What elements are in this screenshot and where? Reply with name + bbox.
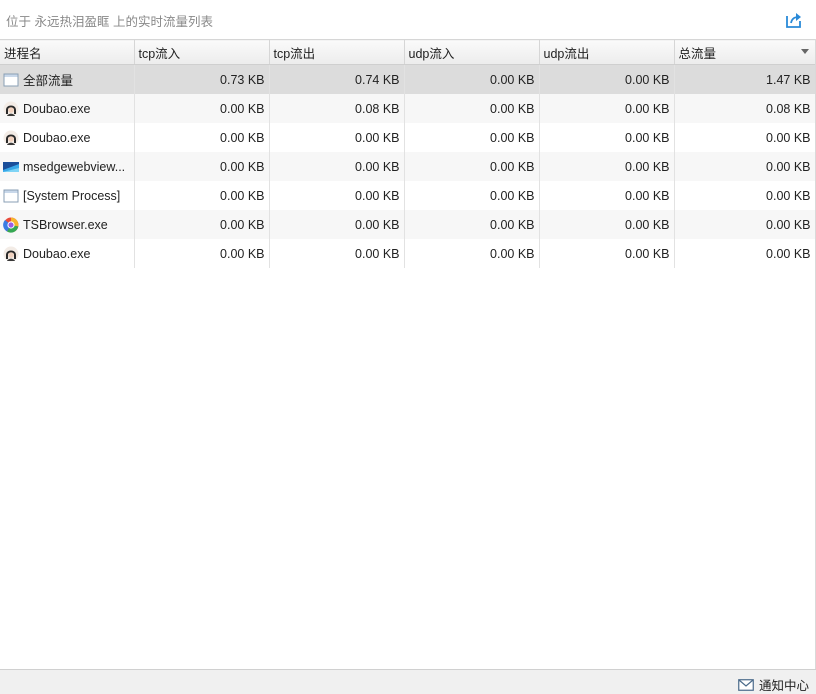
- process-name-cell: 全部流量: [0, 64, 135, 94]
- udp-out-cell: 0.00 KB: [539, 152, 675, 181]
- total-cell: 0.00 KB: [674, 181, 816, 210]
- window-icon: [3, 72, 19, 88]
- udp-in-cell: 0.00 KB: [404, 94, 540, 123]
- tcp-in-cell: 0.73 KB: [134, 64, 270, 94]
- total-cell: 0.00 KB: [674, 152, 816, 181]
- process-name: TSBrowser.exe: [23, 217, 108, 232]
- process-name-cell: Doubao.exe: [0, 239, 135, 268]
- tcp-in-cell: 0.00 KB: [134, 239, 270, 268]
- doubao-avatar-icon: [3, 246, 19, 262]
- sort-descending-icon: [800, 49, 809, 54]
- total-cell: 0.00 KB: [674, 239, 816, 268]
- traffic-table: 进程名 tcp流入 tcp流出 udp流入 udp流出 总流量 全部流量 0.73…: [0, 39, 816, 268]
- column-header-tcp-out[interactable]: tcp流出: [269, 39, 405, 65]
- column-header-process-name[interactable]: 进程名: [0, 39, 135, 65]
- udp-in-cell: 0.00 KB: [404, 152, 540, 181]
- table-row[interactable]: msedgewebview... 0.00 KB 0.00 KB 0.00 KB 0.0…: [0, 152, 816, 181]
- table-row[interactable]: TSBrowser.exe 0.00 KB 0.00 KB 0.00 KB 0.00 K…: [0, 210, 816, 239]
- total-cell: 0.08 KB: [674, 94, 816, 123]
- process-name: msedgewebview...: [23, 159, 126, 174]
- tcp-out-cell: 0.74 KB: [269, 64, 405, 94]
- tcp-out-cell: 0.00 KB: [269, 239, 405, 268]
- process-name: Doubao.exe: [23, 130, 91, 145]
- notification-center-button[interactable]: 通知中心: [738, 675, 809, 694]
- process-name: 全部流量: [23, 74, 74, 88]
- table-row[interactable]: Doubao.exe 0.00 KB 0.00 KB 0.00 KB 0.00 KB 0.…: [0, 123, 816, 152]
- envelope-icon: [738, 678, 754, 691]
- udp-out-cell: 0.00 KB: [539, 210, 675, 239]
- column-header-udp-out[interactable]: udp流出: [539, 39, 675, 65]
- udp-out-cell: 0.00 KB: [539, 239, 675, 268]
- column-header-total-label: 总流量: [678, 46, 717, 61]
- column-header-tcp-in[interactable]: tcp流入: [134, 39, 270, 65]
- total-cell: 0.00 KB: [674, 123, 816, 152]
- tcp-out-cell: 0.00 KB: [269, 123, 405, 152]
- top-bar: 位于 永远热泪盈眶 上的实时流量列表: [0, 0, 816, 39]
- column-header-total[interactable]: 总流量: [674, 39, 816, 65]
- column-header-udp-in[interactable]: udp流入: [404, 39, 540, 65]
- total-cell: 1.47 KB: [674, 64, 816, 94]
- udp-out-cell: 0.00 KB: [539, 123, 675, 152]
- process-name-cell: Doubao.exe: [0, 94, 135, 123]
- doubao-avatar-icon: [3, 130, 19, 146]
- process-name-cell: Doubao.exe: [0, 123, 135, 152]
- udp-out-cell: 0.00 KB: [539, 181, 675, 210]
- table-row[interactable]: Doubao.exe 0.00 KB 0.00 KB 0.00 KB 0.00 KB 0.…: [0, 239, 816, 268]
- tcp-in-cell: 0.00 KB: [134, 152, 270, 181]
- udp-out-cell: 0.00 KB: [539, 64, 675, 94]
- tcp-out-cell: 0.00 KB: [269, 210, 405, 239]
- process-name-cell: TSBrowser.exe: [0, 210, 135, 239]
- udp-in-cell: 0.00 KB: [404, 64, 540, 94]
- tcp-out-cell: 0.00 KB: [269, 152, 405, 181]
- share-export-icon[interactable]: [784, 10, 804, 30]
- status-bar: 通知中心: [0, 669, 816, 694]
- table-row[interactable]: Doubao.exe 0.00 KB 0.08 KB 0.00 KB 0.00 KB 0.…: [0, 94, 816, 123]
- process-name-cell: msedgewebview...: [0, 152, 135, 181]
- tcp-in-cell: 0.00 KB: [134, 181, 270, 210]
- tcp-in-cell: 0.00 KB: [134, 123, 270, 152]
- doubao-avatar-icon: [3, 101, 19, 117]
- table-row[interactable]: 全部流量 0.73 KB 0.74 KB 0.00 KB 0.00 KB 1.47 KB: [0, 64, 816, 94]
- page-title: 位于 永远热泪盈眶 上的实时流量列表: [6, 15, 213, 29]
- notification-center-label: 通知中心: [758, 679, 809, 693]
- udp-out-cell: 0.00 KB: [539, 94, 675, 123]
- udp-in-cell: 0.00 KB: [404, 210, 540, 239]
- process-name: Doubao.exe: [23, 246, 91, 261]
- tcp-out-cell: 0.08 KB: [269, 94, 405, 123]
- table-header-row: 进程名 tcp流入 tcp流出 udp流入 udp流出 总流量: [0, 39, 816, 65]
- udp-in-cell: 0.00 KB: [404, 123, 540, 152]
- tcp-in-cell: 0.00 KB: [134, 94, 270, 123]
- table-row[interactable]: [System Process] 0.00 KB 0.00 KB 0.00 KB 0.0…: [0, 181, 816, 210]
- tsbrowser-icon: [3, 217, 19, 233]
- tcp-in-cell: 0.00 KB: [134, 210, 270, 239]
- udp-in-cell: 0.00 KB: [404, 239, 540, 268]
- process-name-cell: [System Process]: [0, 181, 135, 210]
- tcp-out-cell: 0.00 KB: [269, 181, 405, 210]
- webview-icon: [3, 159, 19, 175]
- window-icon: [3, 188, 19, 204]
- process-name: Doubao.exe: [23, 101, 91, 116]
- total-cell: 0.00 KB: [674, 210, 816, 239]
- udp-in-cell: 0.00 KB: [404, 181, 540, 210]
- process-name: [System Process]: [23, 188, 121, 203]
